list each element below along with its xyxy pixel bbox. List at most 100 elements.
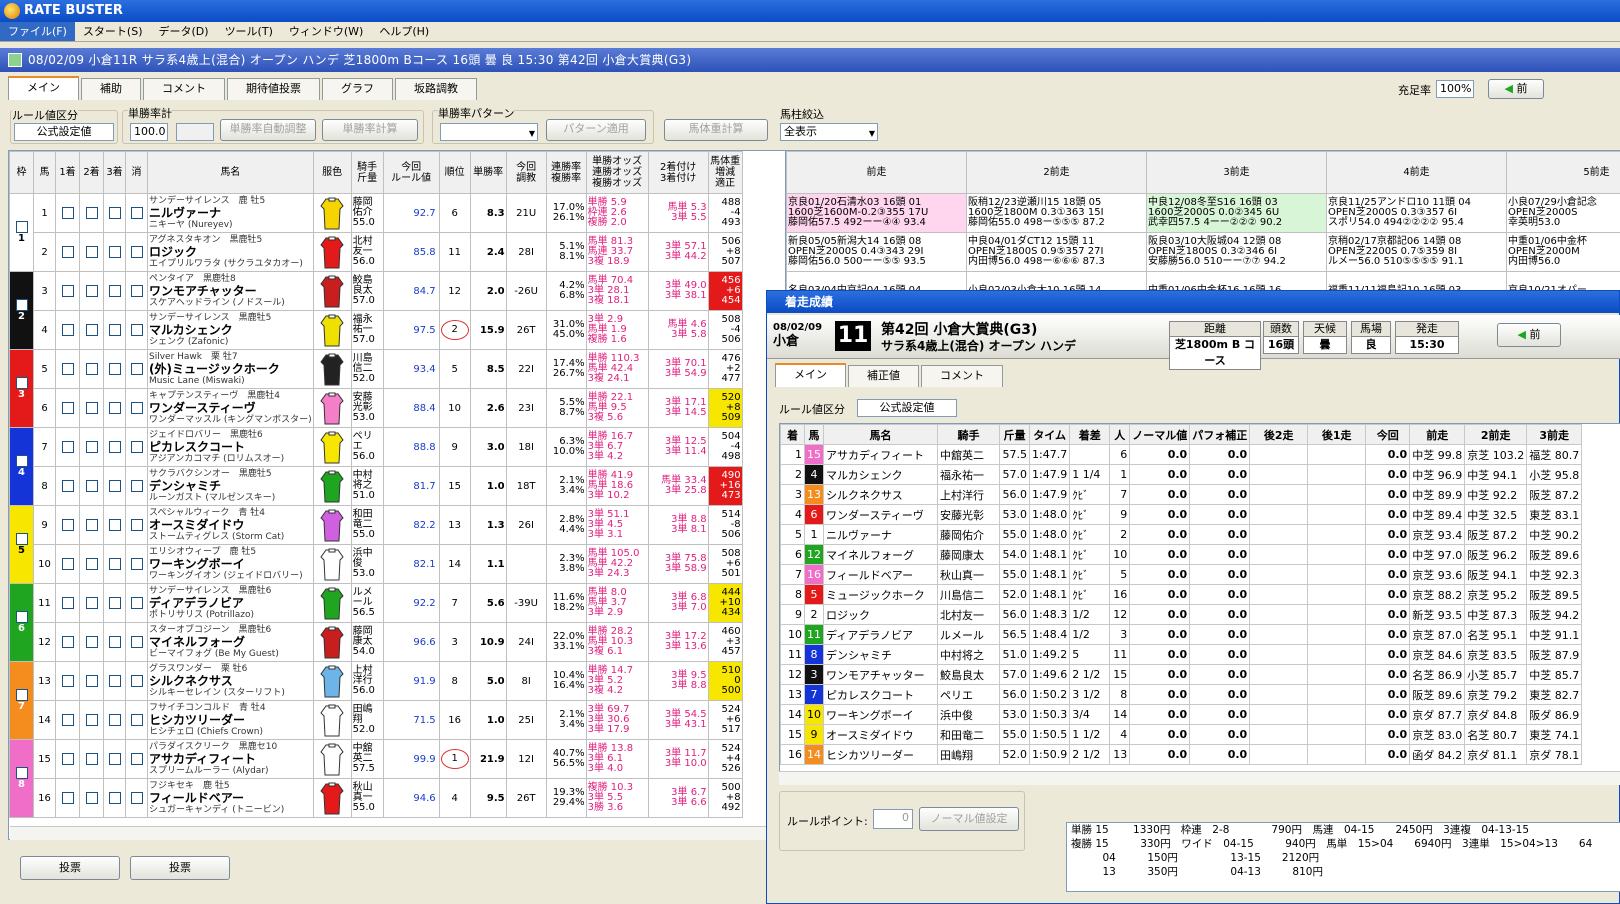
pick-checkbox[interactable] bbox=[130, 558, 143, 570]
header-cell[interactable]: 騎手 斤量 bbox=[350, 151, 384, 194]
pick-checkbox[interactable] bbox=[130, 675, 143, 687]
menu-item-5[interactable]: ヘルプ(H) bbox=[371, 22, 437, 41]
pattern-apply-button[interactable]: パターン適用 bbox=[546, 119, 646, 141]
pick-checkbox[interactable] bbox=[85, 675, 98, 687]
header-cell[interactable]: 服色 bbox=[312, 151, 352, 194]
result-tab-1[interactable]: 補正値 bbox=[848, 365, 919, 387]
menu-item-2[interactable]: データ(D) bbox=[151, 22, 217, 41]
header-cell[interactable]: 枠 bbox=[9, 151, 34, 194]
pick-checkbox[interactable] bbox=[130, 324, 143, 336]
rule-select[interactable]: 公式設定値 bbox=[14, 123, 114, 141]
tab-4[interactable]: グラフ bbox=[322, 78, 393, 100]
pick-checkbox[interactable] bbox=[85, 636, 98, 648]
header-cell[interactable]: 今回 調教 bbox=[505, 151, 547, 194]
horse-row[interactable]: 4 7 ジェイドロバリー 黒鹿牡6 ピカレスクコート アジアンカコマチ (ロリムスオー)… bbox=[9, 427, 743, 506]
past-race-cell[interactable]: 中良04/01ダCT12 15頭 11 OPEN芝1800S 0.9⑤357 27… bbox=[966, 232, 1147, 272]
pick-checkbox[interactable] bbox=[108, 207, 121, 219]
pick-checkbox[interactable] bbox=[108, 246, 121, 258]
normal-set-button[interactable]: ノーマル値設定 bbox=[919, 807, 1019, 831]
menu-item-4[interactable]: ウィンドウ(W) bbox=[281, 22, 371, 41]
horse-name-cell[interactable]: エリシオウィープ 鹿 牡5 ワーキングボーイ ワーキングイオン (ジェイドロバリー) bbox=[147, 544, 314, 584]
past-race-cell[interactable]: 阪良03/10大阪城04 12頭 08 OPEN芝1800S 0.3②346 6I… bbox=[1146, 232, 1327, 272]
header-cell[interactable]: 3着 bbox=[103, 151, 126, 194]
result-header-cell[interactable]: 後2走 bbox=[1249, 424, 1309, 445]
frame-checkbox[interactable] bbox=[15, 767, 28, 779]
pick-checkbox[interactable] bbox=[108, 441, 121, 453]
pick-checkbox[interactable] bbox=[61, 519, 74, 531]
pick-checkbox[interactable] bbox=[61, 597, 74, 609]
result-rule-select[interactable]: 公式設定値 bbox=[857, 399, 957, 417]
pick-checkbox[interactable] bbox=[108, 636, 121, 648]
pick-checkbox[interactable] bbox=[85, 753, 98, 765]
result-row[interactable]: 3 13 シルクネクサス 上村洋行 56.0 1:47.9 ｸﾋﾞ 7 0.0 0.0 0.0 中芝 … bbox=[780, 484, 1583, 505]
pick-checkbox[interactable] bbox=[85, 324, 98, 336]
horse-row[interactable]: 8 サクラバクシンオー 黒鹿牡5 デンシャミチ ルーンガスト (マルゼンスキー) 中村将… bbox=[10, 466, 743, 506]
horse-name-cell[interactable]: サンデーサイレンス 黒鹿牡6 ディアデラノビア ポトリサリス (Potrillazo… bbox=[147, 583, 314, 623]
fill-rate-field[interactable]: 100% bbox=[1436, 80, 1474, 98]
result-header-cell[interactable]: 着差 bbox=[1069, 424, 1111, 445]
result-header-cell[interactable]: タイム bbox=[1028, 424, 1071, 445]
past-race-cell[interactable]: 新良05/05新潟大14 16頭 08 OPEN芝2000S 0.4③343 29… bbox=[786, 232, 967, 272]
result-tab-2[interactable]: コメント bbox=[921, 365, 1003, 387]
win-rate-field[interactable]: 100.0 bbox=[130, 123, 168, 141]
horse-name-cell[interactable]: アグネスタキオン 黒鹿牡5 ロジック エイプリルワラタ (サクラユタカオー) bbox=[147, 232, 314, 272]
pick-checkbox[interactable] bbox=[108, 597, 121, 609]
result-row[interactable]: 1 15 アサカディフィート 中舘英二 57.5 1:47.7 6 0.0 0.0 0.0 中芝 9… bbox=[780, 444, 1583, 465]
pick-checkbox[interactable] bbox=[61, 792, 74, 804]
horse-name-cell[interactable]: フサイチコンコルド 青 牡4 ヒシカツリーダー ヒシチェロ (Chiefs Crow… bbox=[147, 700, 314, 740]
result-row[interactable]: 4 6 ワンダースティーヴ 安藤光彰 53.0 1:48.0 ｸﾋﾞ 9 0.0 0.0 0.0 中芝… bbox=[780, 504, 1583, 525]
pick-checkbox[interactable] bbox=[85, 558, 98, 570]
horse-row[interactable]: 4 サンデーサイレンス 黒鹿牡5 マルカシェンク シェンク (Zafonic) 福永 祐一… bbox=[10, 310, 743, 350]
horse-row[interactable]: 8 15 パラダイスクリーク 黒鹿セ10 アサカディフィート スプリームルーラー (Al… bbox=[9, 739, 743, 818]
filter-select[interactable]: 全表示 ▼ bbox=[780, 123, 878, 141]
pick-checkbox[interactable] bbox=[61, 285, 74, 297]
weight-calc-button[interactable]: 馬体重計算 bbox=[664, 119, 768, 141]
result-header-cell[interactable]: 馬 bbox=[804, 424, 824, 445]
horse-name-cell[interactable]: サンデーサイレンス 黒鹿牡5 マルカシェンク シェンク (Zafonic) bbox=[147, 310, 314, 350]
horse-row[interactable]: 14 フサイチコンコルド 青 牡4 ヒシカツリーダー ヒシチェロ (Chiefs Cr… bbox=[10, 700, 743, 740]
result-scrollbar[interactable] bbox=[779, 771, 1620, 785]
pick-checkbox[interactable] bbox=[61, 636, 74, 648]
result-header-cell[interactable]: 前走 bbox=[1409, 424, 1466, 445]
pick-checkbox[interactable] bbox=[85, 207, 98, 219]
result-header-cell[interactable]: 3前走 bbox=[1526, 424, 1583, 445]
auto-adjust-button[interactable]: 単勝率自動調整 bbox=[220, 119, 316, 141]
pick-checkbox[interactable] bbox=[108, 324, 121, 336]
result-prev-button[interactable]: ◀ 前 bbox=[1497, 323, 1561, 347]
past-race-cell[interactable]: 小良07/29小倉記念 OPEN芝2000S 幸英明53.0 bbox=[1506, 193, 1620, 233]
pick-checkbox[interactable] bbox=[61, 402, 74, 414]
pick-checkbox[interactable] bbox=[85, 714, 98, 726]
pick-checkbox[interactable] bbox=[61, 324, 74, 336]
calc-button[interactable]: 単勝率計算 bbox=[322, 119, 418, 141]
horse-name-cell[interactable]: Silver Hawk 栗 牡7 (外)ミュージックホーク Music Lane (… bbox=[147, 349, 314, 389]
result-row[interactable]: 10 11 ディアデラノビア ルメール 56.5 1:48.4 1/2 3 0.0 0.0 0.0 京… bbox=[780, 624, 1583, 645]
past-race-cell[interactable]: 京良01/20石清水03 16頭 01 1600芝1600M-0.2③355 17… bbox=[786, 193, 967, 233]
frame-checkbox[interactable] bbox=[15, 533, 28, 545]
horse-name-cell[interactable]: ジェイドロバリー 黒鹿牡6 ピカレスクコート アジアンカコマチ (ロリムスオー) bbox=[147, 427, 314, 467]
pick-checkbox[interactable] bbox=[130, 519, 143, 531]
pick-checkbox[interactable] bbox=[61, 441, 74, 453]
header-cell[interactable]: 1着 bbox=[55, 151, 80, 194]
pick-checkbox[interactable] bbox=[108, 792, 121, 804]
result-header-cell[interactable]: 騎手 bbox=[937, 424, 1000, 445]
past-header-cell[interactable]: 2前走 bbox=[966, 151, 1147, 194]
horse-name-cell[interactable]: キャプテンスティーヴ 黒鹿牡4 ワンダースティーヴ ワンダーマッスル (キングマンボ… bbox=[147, 388, 314, 428]
menu-item-0[interactable]: ファイル(F) bbox=[0, 22, 75, 41]
result-row[interactable]: 7 16 フィールドベアー 秋山真一 55.0 1:48.1 ｸﾋﾞ 5 0.0 0.0 0.0 京芝… bbox=[780, 564, 1583, 585]
pick-checkbox[interactable] bbox=[61, 753, 74, 765]
past-race-cell[interactable]: 中重01/06中金杯16 16頭 16 bbox=[1146, 271, 1327, 290]
pick-checkbox[interactable] bbox=[130, 753, 143, 765]
pick-checkbox[interactable] bbox=[85, 246, 98, 258]
result-header-cell[interactable]: 馬名 bbox=[823, 424, 938, 445]
result-row[interactable]: 15 9 オースミダイドウ 和田竜二 55.0 1:50.5 1 1/2 4 0.0 0.0 0.0… bbox=[780, 724, 1583, 745]
tab-2[interactable]: コメント bbox=[143, 78, 225, 100]
header-cell[interactable]: 馬 bbox=[33, 151, 56, 194]
result-row[interactable]: 11 8 デンシャミチ 中村将之 51.0 1:49.2 5 11 0.0 0.0 0.0 京芝 84… bbox=[780, 644, 1583, 665]
header-cell[interactable]: 馬名 bbox=[147, 151, 314, 194]
pick-checkbox[interactable] bbox=[108, 402, 121, 414]
result-row[interactable]: 13 7 ピカレスクコート ペリエ 56.0 1:50.2 3 1/2 8 0.0 0.0 0.0 阪… bbox=[780, 684, 1583, 705]
horse-row[interactable]: 7 13 グラスワンダー 栗 牡6 シルクネクサス シルキーセレイン (スターリフト) 上… bbox=[9, 661, 743, 740]
result-row[interactable]: 6 12 マイネルフォーグ 藤岡康太 54.0 1:48.1 ｸﾋﾞ 10 0.0 0.0 0.0 中… bbox=[780, 544, 1583, 565]
pick-checkbox[interactable] bbox=[108, 363, 121, 375]
past-race-cell[interactable]: 中重01/06中金杯 OPEN芝2000M 内田博56.0 bbox=[1506, 232, 1620, 272]
